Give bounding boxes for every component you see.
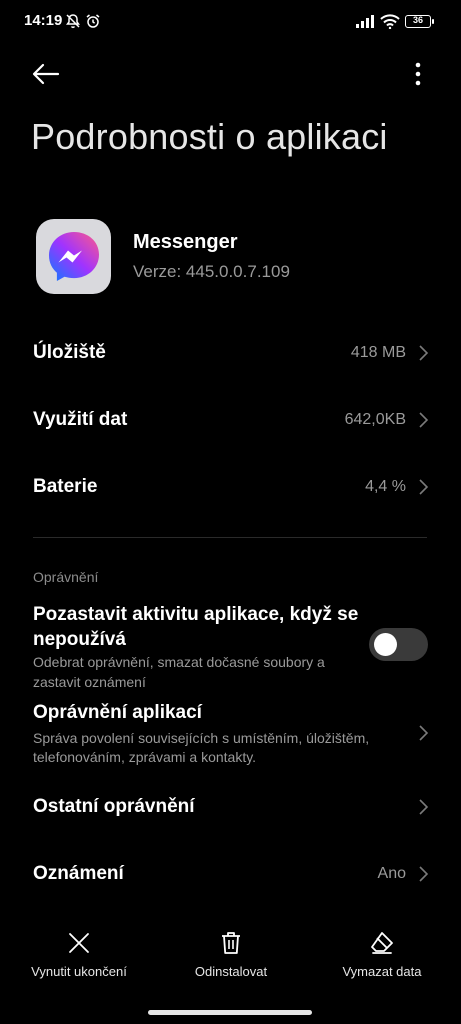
app-icon: [36, 219, 111, 294]
clear-data-label: Vymazat data: [342, 964, 422, 979]
battery-value: 4,4 %: [365, 478, 406, 495]
app-version: Verze: 445.0.0.7.109: [133, 262, 290, 281]
storage-value: 418 MB: [350, 344, 406, 361]
notifications-row[interactable]: Oznámení Ano: [0, 844, 461, 904]
silent-bell-icon: [66, 14, 80, 29]
data-usage-value: 642,0KB: [344, 411, 406, 428]
more-options-icon[interactable]: [404, 58, 432, 90]
close-icon: [69, 933, 89, 953]
data-usage-row[interactable]: Využití dat 642,0KB: [0, 390, 461, 450]
data-usage-label: Využití dat: [33, 409, 128, 430]
battery-level: 36: [412, 15, 423, 25]
notifications-label: Oznámení: [33, 863, 124, 884]
toggle-knob: [374, 633, 397, 656]
chevron-right-icon: [419, 479, 429, 495]
trash-icon: [222, 932, 240, 954]
force-stop-label: Vynutit ukončení: [31, 964, 127, 979]
battery-row[interactable]: Baterie 4,4 %: [0, 457, 461, 517]
status-bar: 14:19 36: [0, 0, 461, 46]
wifi-icon: [380, 14, 400, 29]
home-indicator[interactable]: [148, 1010, 312, 1015]
storage-label: Úložiště: [33, 342, 106, 363]
eraser-icon: [371, 932, 393, 954]
uninstall-button[interactable]: Odinstalovat: [161, 930, 301, 979]
battery-icon: 36: [405, 15, 431, 28]
app-name: Messenger: [133, 231, 238, 253]
chevron-right-icon: [419, 799, 429, 815]
chevron-right-icon: [419, 866, 429, 882]
notifications-value: Ano: [377, 865, 406, 882]
divider: [33, 537, 427, 538]
page-title: Podrobnosti o aplikaci: [31, 116, 388, 157]
pause-activity-description: Odebrat oprávnění, smazat dočasné soubor…: [33, 654, 325, 690]
alarm-icon: [86, 14, 100, 28]
pause-activity-title: Pozastavit aktivitu aplikace, když se ne…: [33, 604, 359, 650]
messenger-logo-icon: [48, 231, 99, 281]
uninstall-label: Odinstalovat: [194, 964, 268, 979]
signal-icon: [356, 15, 374, 28]
pause-activity-toggle[interactable]: [369, 628, 428, 661]
battery-label: Baterie: [33, 476, 98, 497]
other-permissions-label: Ostatní oprávnění: [33, 796, 195, 817]
status-time: 14:19: [24, 12, 63, 29]
app-permissions-row[interactable]: Oprávnění aplikací Správa povolení souvi…: [0, 695, 461, 770]
force-stop-button[interactable]: Vynutit ukončení: [9, 930, 149, 979]
battery-tip: [432, 19, 434, 24]
chevron-right-icon: [419, 725, 429, 741]
chevron-right-icon: [419, 345, 429, 361]
back-arrow-icon[interactable]: [28, 56, 64, 92]
section-title-permissions: Oprávnění: [33, 569, 99, 585]
app-permissions-title: Oprávnění aplikací: [33, 702, 202, 723]
other-permissions-row[interactable]: Ostatní oprávnění: [0, 777, 461, 837]
bottom-action-bar: Vynutit ukončení Odinstalovat Vymazat da…: [0, 930, 461, 990]
clear-data-button[interactable]: Vymazat data: [312, 930, 452, 979]
storage-row[interactable]: Úložiště 418 MB: [0, 323, 461, 383]
chevron-right-icon: [419, 412, 429, 428]
app-permissions-description: Správa povolení souvisejících s umístění…: [33, 730, 370, 765]
